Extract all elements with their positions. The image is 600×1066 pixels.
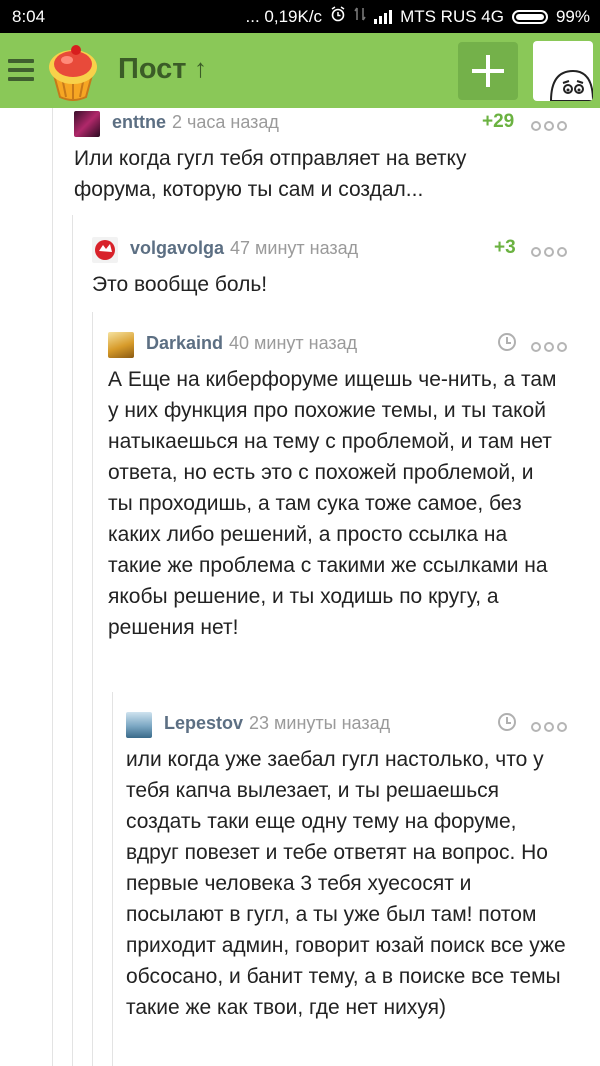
commenter-avatar[interactable] (108, 332, 134, 358)
comment-text: или когда уже заебал гугл настолько, что… (126, 748, 566, 1019)
status-time: 8:04 (12, 6, 46, 26)
commenter-avatar[interactable] (74, 111, 100, 137)
more-options-icon[interactable] (531, 121, 567, 131)
commenter-name[interactable]: Darkaind 40 минут назад (146, 333, 357, 354)
data-transfer-icon (354, 6, 366, 27)
comment-rating: +29 (482, 111, 515, 132)
comment-time: 2 часа назад (172, 112, 279, 132)
comment-text: А Еще на киберфоруме ищешь че-нить, а та… (108, 368, 557, 639)
battery-percent: 99% (555, 6, 590, 26)
comment-text: Это вообще боль! (92, 273, 268, 296)
comment: Lepestov 23 минуты назад или когда уже за… (126, 712, 594, 1023)
menu-icon[interactable] (8, 59, 34, 81)
thread-line (72, 215, 73, 1066)
commenter-name[interactable]: enttne 2 часа назад (112, 112, 279, 133)
net-speed: ... 0,19K/c (245, 6, 323, 26)
clock-icon[interactable] (498, 713, 516, 731)
comment-rating: +3 (494, 237, 516, 258)
logo-icon[interactable] (44, 41, 102, 101)
comment-time: 40 минут назад (229, 333, 358, 353)
comment: volgavolga 47 минут назад +3 Это вообще б… (92, 237, 594, 300)
comment: Darkaind 40 минут назад А Еще на киберфор… (108, 332, 594, 643)
status-bar: 8:04 ... 0,19K/c MTS RUS 4G 99% (0, 0, 600, 33)
add-post-button[interactable] (458, 42, 518, 100)
status-indicators: ... 0,19K/c MTS RUS 4G 99% (246, 6, 590, 27)
alarm-icon (330, 6, 346, 27)
page-title: Пост (118, 53, 187, 85)
thread-line (112, 692, 113, 1066)
thread-line (92, 312, 93, 1066)
commenter-name[interactable]: volgavolga 47 минут назад (130, 238, 358, 259)
commenter-avatar[interactable] (92, 237, 118, 263)
comment: enttne 2 часа назад +29 Или когда гугл те… (74, 111, 594, 205)
comment-text: Или когда гугл тебя отправляет на ветку … (74, 147, 467, 201)
more-options-icon[interactable] (531, 247, 567, 257)
thread-line (52, 108, 53, 1066)
clock-icon[interactable] (498, 333, 516, 351)
user-avatar[interactable] (533, 41, 593, 101)
commenter-name[interactable]: Lepestov 23 минуты назад (164, 713, 390, 734)
more-options-icon[interactable] (531, 722, 567, 732)
more-options-icon[interactable] (531, 342, 567, 352)
signal-icon (374, 9, 393, 24)
carrier-label: MTS RUS 4G (400, 6, 504, 26)
app-header: Пост ↑ (0, 33, 600, 108)
comment-time: 47 минут назад (230, 238, 359, 258)
battery-icon (511, 9, 548, 24)
scroll-up-icon[interactable]: ↑ (194, 53, 207, 84)
comment-time: 23 минуты назад (249, 713, 391, 733)
commenter-avatar[interactable] (126, 712, 152, 738)
